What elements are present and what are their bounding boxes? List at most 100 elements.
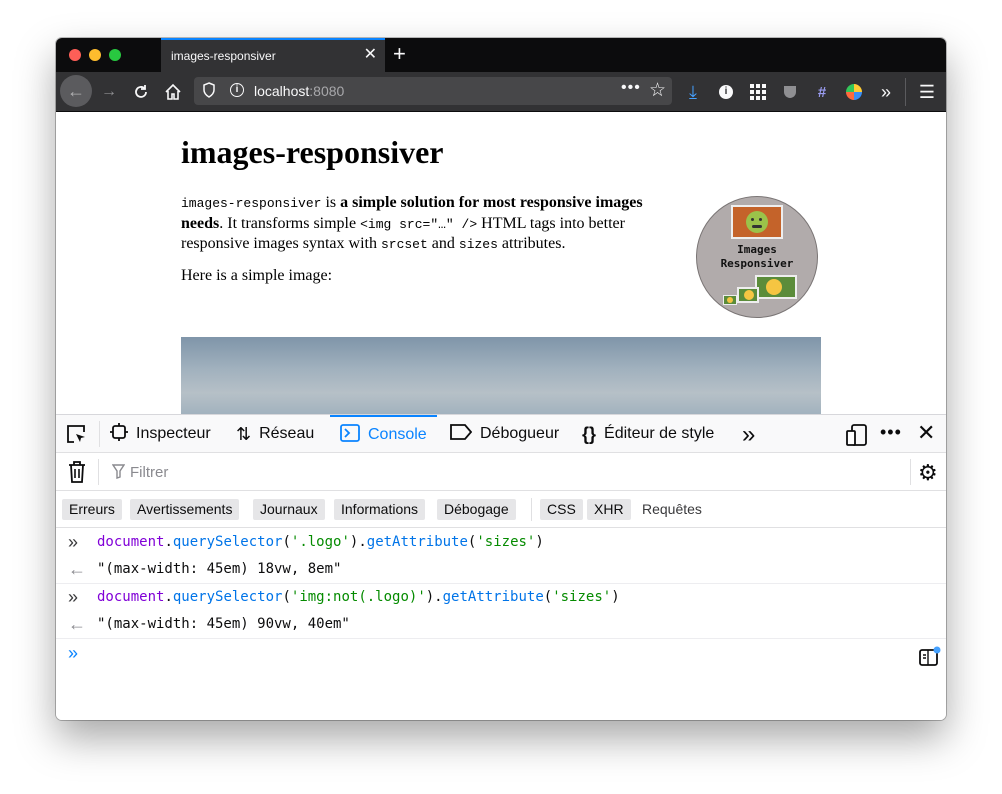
editor-mode-icon[interactable] — [919, 646, 941, 673]
responsive-design-icon[interactable] — [846, 424, 868, 451]
more-tabs-chevron-icon[interactable]: » — [742, 421, 755, 449]
tab-reseau[interactable]: ⇅ Réseau — [236, 415, 314, 453]
console-category-filters: Erreurs Avertissements Journaux Informat… — [56, 491, 946, 528]
tab-console-label: Console — [368, 426, 427, 443]
logo-line1: Images — [737, 243, 777, 256]
account-avatar-icon[interactable] — [842, 80, 866, 104]
page-actions-icon[interactable]: ••• — [621, 79, 641, 97]
console-icon — [340, 423, 360, 447]
style-editor-icon: {} — [582, 423, 597, 444]
filter-requetes[interactable]: Requêtes — [635, 499, 709, 520]
simple-image-text: Here is a simple image: — [181, 267, 333, 284]
tab-divider — [99, 421, 100, 447]
pick-element-icon[interactable] — [66, 424, 88, 449]
zoom-window-button[interactable] — [109, 49, 121, 61]
devtools-tabbar: Inspecteur ⇅ Réseau Console Débogueur {}… — [56, 415, 946, 453]
back-button[interactable]: ← — [60, 75, 92, 107]
tab-editeur-style-label: Éditeur de style — [604, 425, 715, 442]
devtools-panel: Inspecteur ⇅ Réseau Console Débogueur {}… — [56, 414, 946, 720]
logo-small-frame — [737, 287, 759, 303]
reload-button[interactable] — [129, 80, 153, 104]
code-paren: ) — [535, 534, 544, 550]
hash-extension-icon[interactable]: # — [810, 80, 834, 104]
filter-xhr[interactable]: XHR — [587, 499, 631, 520]
url-port: :8080 — [309, 83, 345, 99]
intro-and: and — [427, 235, 459, 252]
logo-tiny-frame — [723, 295, 737, 305]
navigation-toolbar: ← → i localhost:8080 ••• ☆ ⤓ i # » ☰ — [56, 72, 946, 112]
filter-debogage[interactable]: Débogage — [437, 499, 516, 520]
logo-medium-frame — [755, 275, 797, 299]
sick-face-icon — [746, 211, 768, 233]
settings-separator — [910, 459, 911, 485]
console-input-row[interactable]: » — [56, 639, 946, 667]
minimize-window-button[interactable] — [89, 49, 101, 61]
code-string: 'img:not(.logo)' — [290, 589, 426, 605]
console-input-code[interactable]: document.querySelector('img:not(.logo)')… — [97, 583, 620, 611]
toolbar-separator — [905, 78, 906, 106]
intro-srcset: srcset — [380, 237, 428, 252]
overflow-chevron-icon[interactable]: » — [874, 80, 898, 104]
filter-avertissements[interactable]: Avertissements — [130, 499, 240, 520]
input-chevron-icon: » — [68, 587, 79, 607]
small-smile-icon — [744, 290, 754, 300]
code-function: getAttribute — [366, 534, 468, 550]
console-result-line: ← "(max-width: 45em) 18vw, 8em" — [56, 555, 946, 583]
filter-informations[interactable]: Informations — [334, 499, 426, 520]
console-input-line: » document.querySelector('.logo').getAtt… — [56, 528, 946, 556]
browser-window: images-responsiver ✕ + ← → i localhost:8… — [56, 38, 946, 720]
tab-inspecteur[interactable]: Inspecteur — [110, 415, 211, 453]
tiny-smile-icon — [727, 297, 733, 303]
tab-editeur-style[interactable]: {} Éditeur de style — [582, 415, 714, 453]
inspector-icon — [110, 422, 128, 446]
forward-button[interactable]: → — [97, 80, 121, 104]
tracking-shield-icon[interactable] — [202, 82, 216, 103]
intro-img-tag: <img src="…" /> — [360, 216, 478, 232]
close-devtools-icon[interactable]: ✕ — [917, 420, 935, 446]
browser-tab[interactable]: images-responsiver ✕ — [161, 38, 385, 72]
bookmark-star-icon[interactable]: ☆ — [649, 79, 666, 102]
filter-separator — [98, 459, 99, 485]
filter-css[interactable]: CSS — [540, 499, 583, 520]
close-window-button[interactable] — [69, 49, 81, 61]
tab-title: images-responsiver — [171, 49, 276, 63]
grid-extension-icon[interactable] — [746, 80, 770, 104]
page-title: images-responsiver — [181, 134, 444, 170]
filter-journaux[interactable]: Journaux — [253, 499, 325, 520]
code-paren: ( — [282, 534, 291, 550]
filter-erreurs[interactable]: Erreurs — [62, 499, 122, 520]
code-paren: ). — [425, 589, 443, 605]
hamburger-menu-icon[interactable]: ☰ — [915, 80, 939, 104]
downloads-icon[interactable]: ⤓ — [681, 80, 705, 104]
code-object: document — [97, 534, 165, 550]
extension-info-icon[interactable]: i — [714, 80, 738, 104]
code-dot: . — [164, 589, 173, 605]
logo-text: Images Responsiver — [697, 243, 817, 271]
trash-icon[interactable] — [68, 461, 86, 488]
tab-debogueur[interactable]: Débogueur — [450, 415, 559, 453]
code-function: getAttribute — [442, 589, 544, 605]
url-bar[interactable]: i localhost:8080 ••• ☆ — [194, 77, 672, 105]
console-input-line: » document.querySelector('img:not(.logo)… — [56, 583, 946, 611]
url-host: localhost — [254, 83, 310, 99]
intro-end: attributes. — [497, 235, 566, 252]
code-object: document — [97, 589, 165, 605]
home-button[interactable] — [161, 80, 185, 104]
new-tab-icon[interactable]: + — [393, 41, 406, 67]
result-arrow-icon: ← — [68, 614, 86, 634]
devtools-menu-icon[interactable]: ••• — [880, 422, 902, 443]
tab-console[interactable]: Console — [330, 415, 437, 453]
hero-image — [181, 337, 821, 414]
settings-gear-icon[interactable]: ⚙ — [918, 460, 938, 486]
console-input-code[interactable]: document.querySelector('.logo').getAttri… — [97, 528, 544, 556]
network-arrows-icon: ⇅ — [236, 423, 252, 444]
close-tab-icon[interactable]: ✕ — [364, 46, 377, 64]
console-filter-input[interactable] — [110, 461, 890, 483]
intro-rest1: . It transforms simple — [219, 214, 361, 232]
site-info-icon[interactable]: i — [230, 83, 244, 97]
console-output: » document.querySelector('.logo').getAtt… — [56, 528, 946, 720]
pocket-icon[interactable] — [778, 80, 802, 104]
debugger-icon — [450, 423, 473, 445]
code-paren: ( — [543, 589, 553, 605]
intro-paragraph: images-responsiver is a simple solution … — [181, 193, 661, 255]
